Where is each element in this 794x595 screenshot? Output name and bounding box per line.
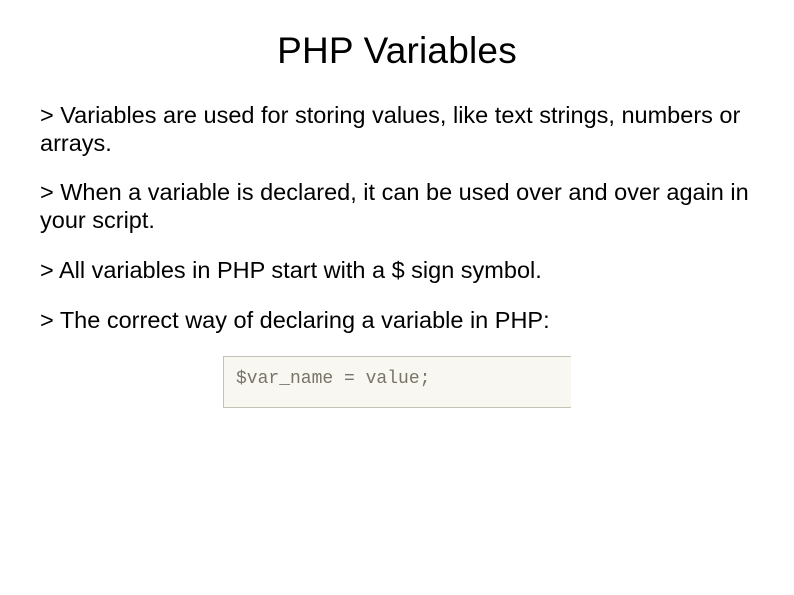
code-example-container: $var_name = value; (40, 356, 754, 408)
bullet-1: > Variables are used for storing values,… (40, 102, 754, 157)
bullet-3: > All variables in PHP start with a $ si… (40, 257, 754, 285)
bullet-4: > The correct way of declaring a variabl… (40, 307, 754, 335)
code-example: $var_name = value; (223, 356, 571, 408)
bullet-2: > When a variable is declared, it can be… (40, 179, 754, 234)
slide: PHP Variables > Variables are used for s… (0, 0, 794, 595)
slide-title: PHP Variables (40, 30, 754, 72)
